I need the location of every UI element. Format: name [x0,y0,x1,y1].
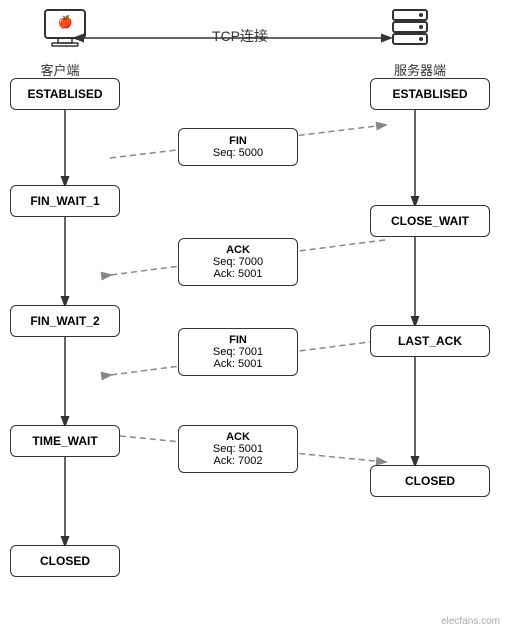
packet-ack1: ACK Seq: 7000 Ack: 5001 [178,238,298,286]
server-icon [375,8,445,57]
state-fin-wait-1: FIN_WAIT_1 [10,185,120,217]
state-fin-wait-2: FIN_WAIT_2 [10,305,120,337]
packet-fin1: FIN Seq: 5000 [178,128,298,166]
state-established-server: ESTABLISED [370,78,490,110]
state-closed-client: CLOSED [10,545,120,577]
tcp-label: TCP连接 [170,26,310,46]
packet-fin2: FIN Seq: 7001 Ack: 5001 [178,328,298,376]
state-time-wait: TIME_WAIT [10,425,120,457]
state-close-wait: CLOSE_WAIT [370,205,490,237]
client-icon: 🍎 [25,8,105,57]
svg-text:🍎: 🍎 [58,14,73,29]
diagram: 🍎 TCP连接 客户端 服务器端 ESTABLISED FIN_WAIT_1 F… [0,0,510,635]
state-last-ack: LAST_ACK [370,325,490,357]
client-label: 客户端 [20,60,100,79]
state-established-client: ESTABLISED [10,78,120,110]
server-label: 服务器端 [375,60,465,79]
watermark: elecfans.com [441,616,500,627]
state-closed-server: CLOSED [370,465,490,497]
packet-ack2: ACK Seq: 5001 Ack: 7002 [178,425,298,473]
